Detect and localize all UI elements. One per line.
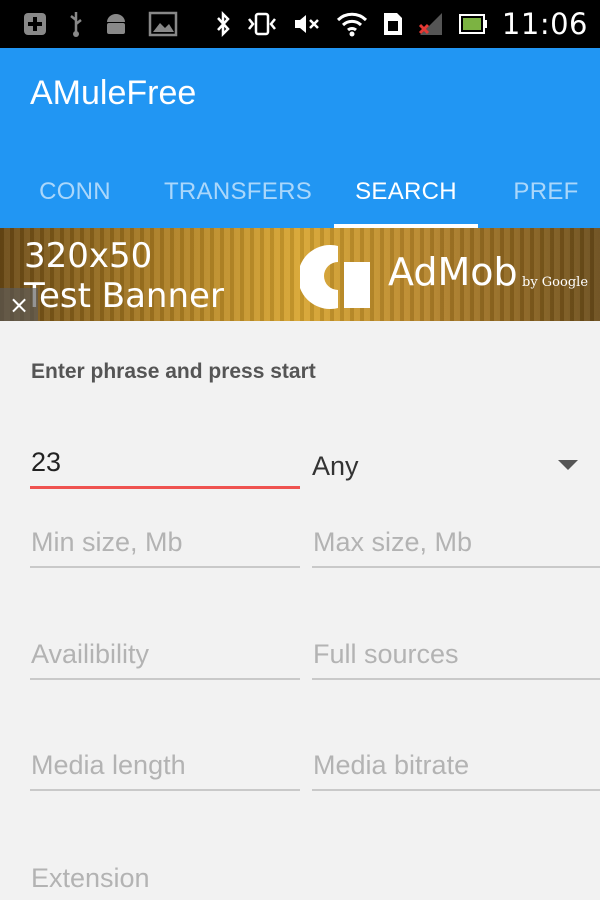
query-underline bbox=[30, 486, 300, 489]
wifi-icon bbox=[336, 10, 368, 38]
signal-icon bbox=[418, 11, 444, 37]
mute-icon bbox=[292, 11, 322, 37]
min-size-underline bbox=[30, 566, 300, 568]
tab-transfers[interactable]: TRANSFERS bbox=[150, 156, 326, 228]
type-select[interactable]: Any bbox=[312, 444, 584, 488]
tab-bar: CONN TRANSFERS SEARCH PREF bbox=[0, 156, 600, 228]
sim-icon bbox=[382, 11, 404, 37]
dropdown-arrow-icon bbox=[558, 460, 578, 470]
admob-by-google: by Google bbox=[522, 275, 589, 290]
type-select-value: Any bbox=[312, 450, 359, 481]
search-instruction: Enter phrase and press start bbox=[31, 360, 316, 383]
tab-conn[interactable]: CONN bbox=[0, 156, 150, 228]
full-sources-input[interactable] bbox=[312, 632, 600, 676]
query-field bbox=[30, 440, 300, 490]
full-sources-underline bbox=[312, 678, 600, 680]
status-bar: 11:06 bbox=[0, 0, 600, 48]
tab-pref[interactable]: PREF bbox=[488, 156, 600, 228]
admob-logo-icon bbox=[298, 242, 372, 314]
availability-input[interactable] bbox=[30, 632, 300, 676]
tab-label: TRANSFERS bbox=[163, 178, 313, 205]
extension-field bbox=[30, 856, 300, 900]
max-size-field bbox=[312, 520, 600, 570]
media-length-underline bbox=[30, 789, 300, 791]
query-input[interactable] bbox=[30, 440, 300, 484]
max-size-underline bbox=[312, 566, 600, 568]
media-bitrate-field bbox=[312, 743, 600, 793]
media-bitrate-underline bbox=[312, 789, 600, 791]
tab-label: PREF bbox=[513, 178, 579, 205]
image-icon bbox=[148, 11, 178, 37]
max-size-input[interactable] bbox=[312, 520, 600, 564]
media-bitrate-input[interactable] bbox=[312, 743, 600, 787]
tab-label: CONN bbox=[39, 178, 111, 205]
ad-banner[interactable]: 320x50 Test Banner × AdMob by Google bbox=[0, 228, 600, 321]
app-title: AMuleFree bbox=[30, 74, 197, 112]
add-icon bbox=[22, 11, 48, 37]
tab-search[interactable]: SEARCH bbox=[334, 156, 478, 228]
availability-underline bbox=[30, 678, 300, 680]
media-length-field bbox=[30, 743, 300, 793]
min-size-field bbox=[30, 520, 300, 570]
admob-brand: AdMob bbox=[388, 250, 518, 294]
full-sources-field bbox=[312, 632, 600, 682]
availability-field bbox=[30, 632, 300, 682]
vibrate-icon bbox=[246, 11, 278, 37]
ad-size-label: 320x50 bbox=[24, 236, 153, 276]
ad-test-label: Test Banner bbox=[24, 276, 224, 316]
usb-icon bbox=[68, 10, 84, 38]
media-length-input[interactable] bbox=[30, 743, 300, 787]
battery-icon bbox=[458, 13, 488, 35]
clock: 11:06 bbox=[501, 7, 588, 41]
android-icon bbox=[104, 11, 128, 37]
extension-input[interactable] bbox=[30, 856, 300, 900]
tab-label: SEARCH bbox=[355, 178, 457, 205]
app-bar: AMuleFree CONN TRANSFERS SEARCH PREF bbox=[0, 48, 600, 228]
bluetooth-icon bbox=[214, 10, 232, 38]
min-size-input[interactable] bbox=[30, 520, 300, 564]
ad-close-button[interactable]: × bbox=[0, 288, 38, 321]
